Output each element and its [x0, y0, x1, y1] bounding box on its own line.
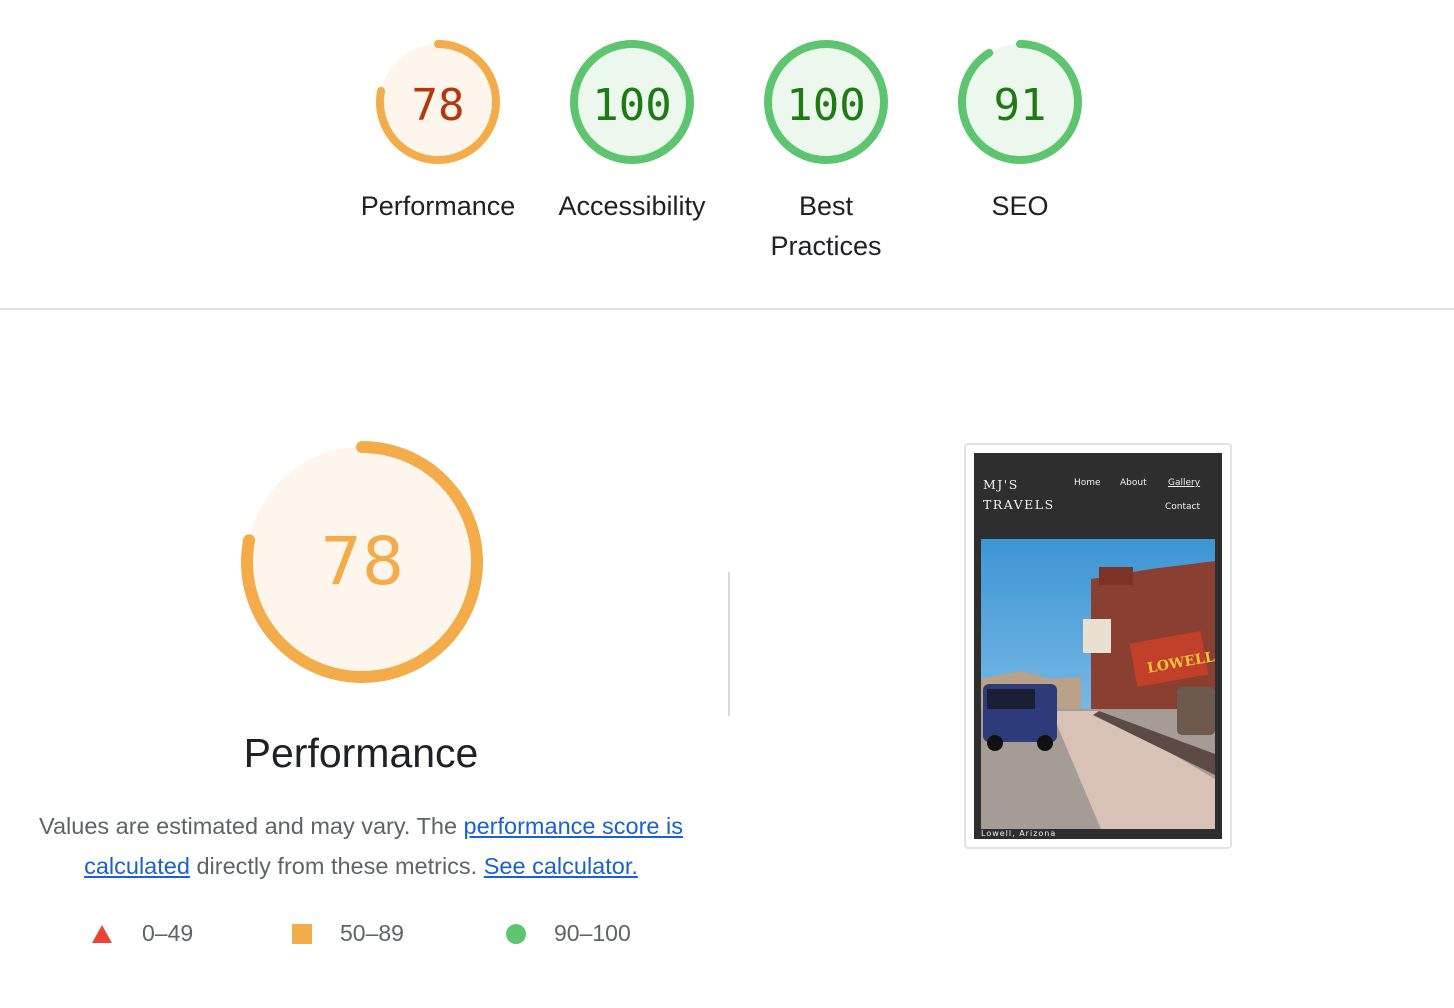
category-gauges: 78 Performance 100 Accessibility 100 Bes… — [0, 36, 1454, 276]
performance-gauge-score: 78 — [320, 523, 404, 600]
gauge-label-best-practices: Best Practices — [770, 191, 882, 261]
section-divider — [0, 308, 1454, 310]
legend-pass: 90–100 — [506, 920, 631, 947]
performance-gauge: 78 — [232, 432, 492, 697]
triangle-icon — [92, 924, 112, 943]
site-title-line1: MJ'S — [983, 477, 1019, 492]
gauge-label-accessibility: Accessibility — [558, 191, 706, 221]
photo-van-wheel-1 — [987, 735, 1003, 751]
gauge-score-accessibility: 100 — [592, 80, 671, 131]
screenshot-page: MJ'S TRAVELS Home About Gallery Contact … — [974, 453, 1222, 839]
site-nav-about: About — [1120, 478, 1147, 488]
circle-icon — [506, 923, 526, 944]
gauge-accessibility[interactable]: 100 Accessibility — [544, 36, 720, 226]
site-title-line2: TRAVELS — [983, 497, 1055, 512]
gauge-score-best-practices: 100 — [786, 80, 865, 131]
legend-fail-label: 0–49 — [142, 920, 194, 946]
final-screenshot[interactable]: MJ'S TRAVELS Home About Gallery Contact … — [964, 443, 1232, 849]
gauge-ring-seo: 91 — [958, 40, 1082, 164]
site-nav-gallery: Gallery — [1168, 478, 1201, 488]
legend-fail: 0–49 — [92, 920, 193, 947]
gauge-best-practices[interactable]: 100 Best Practices — [738, 36, 914, 266]
square-icon — [292, 923, 312, 944]
note-text-2: directly from these metrics. — [189, 853, 484, 879]
note-text-1: Values are estimated and may vary. The — [39, 813, 464, 839]
performance-title: Performance — [243, 730, 479, 776]
photo-building-top — [1099, 567, 1133, 585]
gauge-performance[interactable]: 78 Performance — [350, 36, 526, 226]
legend-average: 50–89 — [292, 920, 404, 947]
legend-average-label: 50–89 — [340, 920, 404, 946]
photo-sign-white — [1083, 619, 1111, 653]
performance-note: Values are estimated and may vary. The p… — [30, 806, 692, 886]
photo-truck — [1177, 687, 1215, 735]
site-nav-home: Home — [1074, 478, 1101, 488]
photo-van-wheel-2 — [1037, 735, 1053, 751]
site-title: MJ'S TRAVELS — [983, 475, 1055, 515]
vertical-divider — [728, 572, 730, 716]
photo-caption: Lowell, Arizona — [981, 829, 1057, 838]
see-calculator-link[interactable]: See calculator. — [484, 853, 638, 879]
gauge-score-performance: 78 — [412, 80, 465, 131]
legend-pass-label: 90–100 — [554, 920, 631, 946]
performance-gauge-ring: 78 — [241, 441, 483, 683]
street-photo: LOWELL — [981, 539, 1215, 829]
photo-van-window — [987, 689, 1035, 709]
gauge-label-seo: SEO — [991, 191, 1049, 221]
gauge-score-seo: 91 — [994, 80, 1047, 131]
gauge-seo[interactable]: 91 SEO — [932, 36, 1108, 226]
gauge-ring-accessibility: 100 — [570, 40, 694, 164]
site-nav-contact: Contact — [1165, 502, 1201, 512]
gauge-label-performance: Performance — [360, 191, 516, 221]
gauge-ring-performance: 78 — [376, 40, 500, 164]
gauge-ring-best-practices: 100 — [764, 40, 888, 164]
